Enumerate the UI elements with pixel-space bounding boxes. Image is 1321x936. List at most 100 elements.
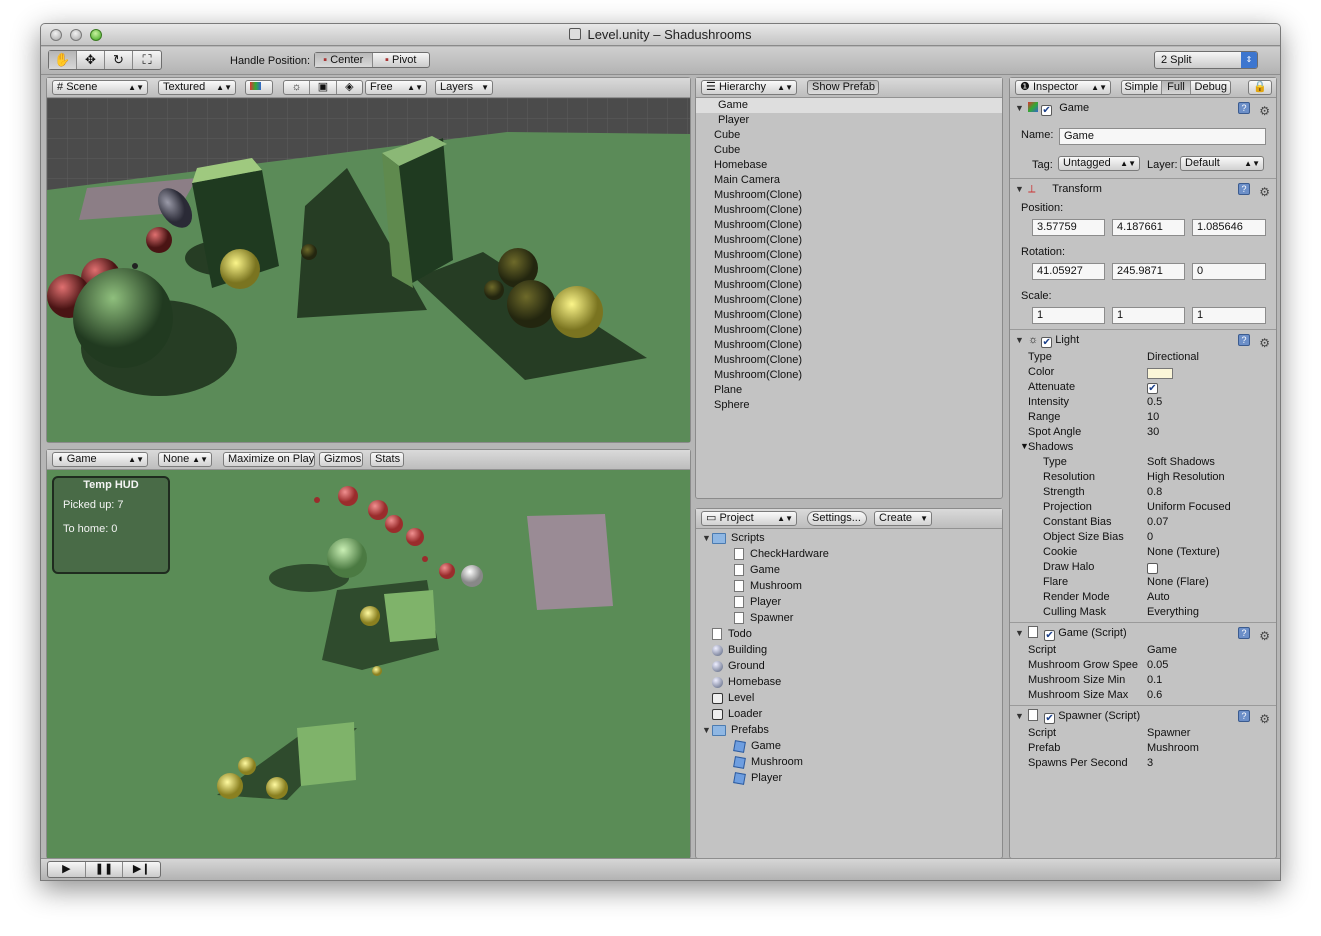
move-tool-icon[interactable]: ✥ [77,51,105,69]
hierarchy-item[interactable]: Mushroom(Clone) [696,233,1002,248]
hierarchy-item[interactable]: Mushroom(Clone) [696,293,1002,308]
gear-icon[interactable]: ⚙ [1259,101,1270,121]
position-z-field[interactable]: 1.085646 [1192,219,1266,236]
camera-dropdown[interactable]: Free ▲▼ [365,80,427,95]
hierarchy-item[interactable]: Homebase [696,158,1002,173]
render-mode-dropdown[interactable]: Textured ▲▼ [158,80,236,95]
rotate-tool-icon[interactable]: ↻ [105,51,133,69]
property-value[interactable]: Spawner [1147,727,1190,739]
property-value[interactable]: 0.6 [1147,689,1162,701]
project-item[interactable]: Player [696,594,1002,610]
gear-icon[interactable]: ⚙ [1259,709,1270,729]
project-item[interactable]: Spawner [696,610,1002,626]
project-item[interactable]: ▼ Scripts [696,530,1002,546]
maximize-on-play-button[interactable]: Maximize on Play [223,452,315,467]
project-item[interactable]: Homebase [696,674,1002,690]
property-value[interactable]: 0 [1147,531,1153,543]
hierarchy-item[interactable]: Plane [696,383,1002,398]
property-value[interactable]: Auto [1147,591,1170,603]
scale-z-field[interactable]: 1 [1192,307,1266,324]
project-tab-dropdown[interactable]: ▭ Project ▲▼ [701,511,797,526]
scale-y-field[interactable]: 1 [1112,307,1185,324]
project-item[interactable]: Mushroom [696,578,1002,594]
game-script-enabled-checkbox[interactable]: ✔ [1044,630,1056,641]
step-icon[interactable]: ▶❙ [123,862,160,877]
game-viewport[interactable]: Temp HUD Picked up: 7 To home: 0 [47,470,690,858]
layer-dropdown[interactable]: Default ▲▼ [1180,156,1264,171]
property-checkbox[interactable] [1147,563,1158,574]
show-prefab-button[interactable]: Show Prefab [807,80,879,95]
scale-tool-icon[interactable]: ⛶ [133,51,161,69]
layout-dropdown[interactable]: 2 Split ⇕ [1154,51,1258,69]
property-value[interactable]: Soft Shadows [1147,456,1215,468]
project-item[interactable]: Loader [696,706,1002,722]
hierarchy-item[interactable]: Cube [696,143,1002,158]
foldout-icon[interactable]: ▼ [702,722,712,738]
rotation-y-field[interactable]: 245.9871 [1112,263,1185,280]
property-value[interactable]: Mushroom [1147,742,1199,754]
spawner-enabled-checkbox[interactable]: ✔ [1044,713,1056,724]
project-item[interactable]: Building [696,642,1002,658]
help-icon[interactable]: ? [1238,183,1250,195]
play-icon[interactable]: ▶ [48,862,86,877]
settings-button[interactable]: Settings... [807,511,867,526]
foldout-icon[interactable]: ▼ [1015,330,1025,350]
property-value[interactable]: 0.5 [1147,396,1162,408]
hierarchy-item[interactable]: Mushroom(Clone) [696,353,1002,368]
name-field[interactable]: Game [1059,128,1266,145]
hierarchy-item[interactable]: Mushroom(Clone) [696,323,1002,338]
game-tab-dropdown[interactable]: ◖ Game ▲▼ [52,452,148,467]
property-value[interactable]: 0.8 [1147,486,1162,498]
color-swatch[interactable] [1147,368,1173,379]
property-value[interactable]: Uniform Focused [1147,501,1231,513]
property-value[interactable]: 0.1 [1147,674,1162,686]
foldout-icon[interactable]: ▼ [1015,179,1025,199]
close-window-button[interactable] [50,29,62,41]
help-icon[interactable]: ? [1238,627,1250,639]
property-value[interactable]: Everything [1147,606,1199,618]
property-value[interactable]: 10 [1147,411,1159,423]
hierarchy-item[interactable]: Mushroom(Clone) [696,278,1002,293]
scene-tab-dropdown[interactable]: # Scene ▲▼ [52,80,148,95]
scene-viewport[interactable] [47,98,690,442]
hierarchy-item[interactable]: Main Camera [696,173,1002,188]
property-value[interactable]: Directional [1147,351,1199,363]
position-x-field[interactable]: 3.57759 [1032,219,1105,236]
hierarchy-item[interactable]: Mushroom(Clone) [696,218,1002,233]
project-item[interactable]: Game [696,562,1002,578]
hierarchy-item[interactable]: Mushroom(Clone) [696,203,1002,218]
position-y-field[interactable]: 4.187661 [1112,219,1185,236]
light-enabled-checkbox[interactable]: ✔ [1041,337,1053,348]
hierarchy-item[interactable]: Mushroom(Clone) [696,338,1002,353]
project-item[interactable]: ▼ Prefabs [696,722,1002,738]
project-item[interactable]: CheckHardware [696,546,1002,562]
lock-icon[interactable]: 🔒 [1248,80,1272,95]
hierarchy-item[interactable]: Game [696,98,1002,113]
hierarchy-item[interactable]: Player [696,113,1002,128]
project-item[interactable]: Player [696,770,1002,786]
foldout-icon[interactable]: ▼ [1015,623,1025,643]
pause-icon[interactable]: ❚❚ [86,862,124,877]
foldout-icon[interactable]: ▼ [1015,98,1025,118]
hierarchy-item[interactable]: Sphere [696,398,1002,413]
create-dropdown[interactable]: Create ▼ [874,511,932,526]
layers-dropdown[interactable]: Layers ▼ [435,80,493,95]
project-item[interactable]: Todo [696,626,1002,642]
hierarchy-item[interactable]: Cube [696,128,1002,143]
help-icon[interactable]: ? [1238,102,1250,114]
foldout-icon[interactable]: ▼ [702,530,712,546]
rotation-z-field[interactable]: 0 [1192,263,1266,280]
tag-dropdown[interactable]: Untagged ▲▼ [1058,156,1140,171]
pivot-button[interactable]: ▪ Pivot [373,53,430,67]
rgb-mode-button[interactable] [245,80,273,95]
gizmos-button[interactable]: Gizmos [319,452,363,467]
stats-button[interactable]: Stats [370,452,404,467]
aspect-dropdown[interactable]: None ▲▼ [158,452,212,467]
active-checkbox[interactable]: ✔ [1041,105,1053,116]
gear-icon[interactable]: ⚙ [1259,333,1270,353]
zoom-window-button[interactable] [90,29,102,41]
rotation-x-field[interactable]: 41.05927 [1032,263,1105,280]
hierarchy-item[interactable]: Mushroom(Clone) [696,188,1002,203]
help-icon[interactable]: ? [1238,710,1250,722]
property-value[interactable]: 0.05 [1147,659,1168,671]
